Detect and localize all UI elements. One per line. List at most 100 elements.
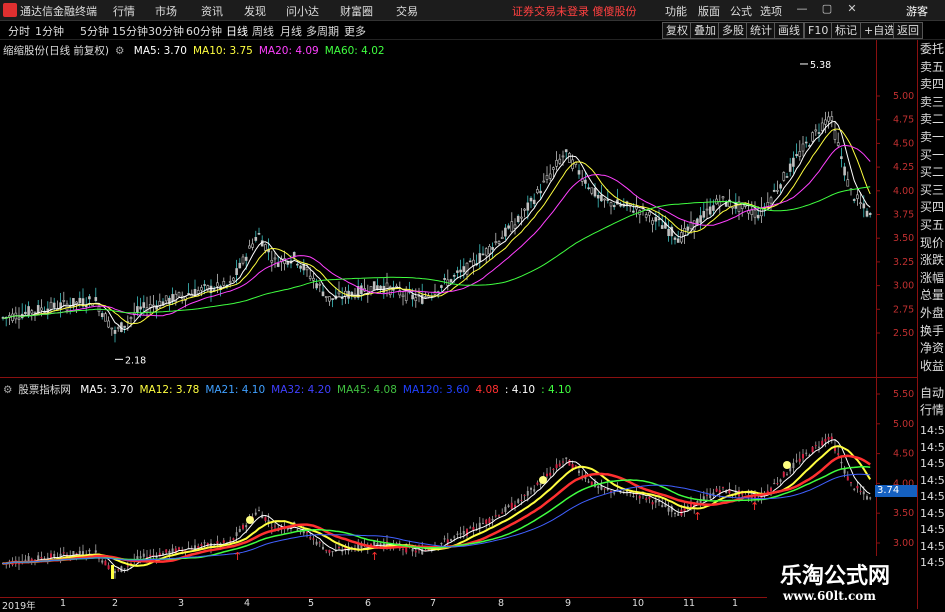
quote-panel-item[interactable]: 外盘 bbox=[920, 306, 945, 321]
candle-body bbox=[491, 247, 494, 250]
close-icon[interactable]: ✕ bbox=[845, 2, 859, 16]
quote-panel-item[interactable]: 买一 bbox=[920, 148, 945, 163]
sub-candle-body bbox=[558, 463, 561, 467]
menu-ask[interactable]: 问小达 bbox=[286, 3, 319, 19]
candle-body bbox=[523, 208, 526, 211]
quote-panel-item[interactable]: 净资 bbox=[920, 341, 945, 356]
tab-weekly[interactable]: 周线 bbox=[252, 23, 274, 39]
menu-discover[interactable]: 发现 bbox=[244, 3, 266, 19]
back-button[interactable]: 返回 bbox=[893, 22, 923, 39]
time-label: 14:50 bbox=[920, 523, 945, 536]
buy-signal-icon: ↑ bbox=[750, 500, 759, 513]
tab-30min[interactable]: 30分钟 bbox=[148, 23, 184, 39]
quote-panel-item[interactable]: 买四 bbox=[920, 200, 945, 215]
mark-button[interactable]: 标记 bbox=[831, 22, 861, 39]
menu-market[interactable]: 市场 bbox=[155, 3, 177, 19]
guest-label[interactable]: 游客 bbox=[906, 3, 928, 19]
tab-daily[interactable]: 日线 bbox=[226, 23, 248, 39]
current-price-tag: 3.74 bbox=[875, 485, 917, 497]
chart-area[interactable]: 5.00 4.75 4.50 4.25 4.00 3.75 3.50 3.25 3.00 2.75… bbox=[0, 40, 917, 600]
sub-candle-body bbox=[440, 542, 443, 545]
minimize-icon[interactable]: — bbox=[795, 2, 809, 16]
login-notice[interactable]: 证券交易未登录 傻傻股份 bbox=[512, 3, 637, 19]
candle-body bbox=[555, 160, 558, 167]
draw-button[interactable]: 画线 bbox=[774, 22, 804, 39]
quote-panel-item[interactable]: 行情 bbox=[920, 403, 945, 418]
f10-button[interactable]: F10 bbox=[804, 22, 833, 39]
tab-more[interactable]: 更多 bbox=[344, 23, 366, 39]
sub-candle-body bbox=[818, 446, 820, 448]
tab-multi-period[interactable]: 多周期 bbox=[306, 23, 339, 39]
quote-panel-item[interactable]: 涨跌 bbox=[920, 253, 945, 268]
quote-panel-item[interactable]: 卖二 bbox=[920, 112, 945, 127]
tab-intraday[interactable]: 分时 bbox=[8, 23, 30, 39]
candle-body bbox=[328, 296, 331, 302]
candle-body bbox=[372, 281, 376, 290]
quote-panel-item[interactable]: 收益 bbox=[920, 359, 945, 374]
sub-candle-body bbox=[443, 538, 446, 540]
sub-candle-body bbox=[24, 559, 27, 561]
tab-1min[interactable]: 1分钟 bbox=[35, 23, 64, 39]
sub-candle-body bbox=[322, 546, 324, 550]
quote-panel-item[interactable]: 卖五 bbox=[920, 60, 945, 75]
tab-60min[interactable]: 60分钟 bbox=[186, 23, 222, 39]
quote-panel-item[interactable]: 买二 bbox=[920, 165, 945, 180]
quote-panel-item[interactable]: 卖四 bbox=[920, 77, 945, 92]
maximize-icon[interactable]: ▢ bbox=[820, 2, 834, 16]
quote-panel-item[interactable]: 总量 bbox=[920, 288, 945, 303]
candle-body bbox=[536, 189, 539, 194]
pane-divider[interactable] bbox=[0, 377, 917, 378]
date-axis-label: 8 bbox=[498, 598, 505, 609]
menu-trade[interactable]: 交易 bbox=[396, 3, 418, 19]
menu-quotes[interactable]: 行情 bbox=[113, 3, 135, 19]
candle-body bbox=[129, 317, 133, 320]
sub-candle-body bbox=[222, 540, 225, 543]
candle-body bbox=[177, 292, 181, 297]
quote-panel-item[interactable]: 买五 bbox=[920, 218, 945, 233]
quote-panel-item[interactable]: 委托 bbox=[920, 42, 945, 57]
candle-body bbox=[456, 270, 459, 273]
tab-monthly[interactable]: 月线 bbox=[280, 23, 302, 39]
candle-body bbox=[516, 215, 520, 223]
sub-candle-body bbox=[536, 482, 539, 485]
buy-signal-icon: ↑ bbox=[693, 510, 702, 523]
settings-icon[interactable]: ⚙ bbox=[115, 45, 124, 57]
menu-options[interactable]: 选项 bbox=[760, 3, 782, 19]
candle-body bbox=[587, 187, 590, 190]
settings-icon-sub[interactable]: ⚙ bbox=[3, 384, 12, 396]
candle-body bbox=[558, 158, 562, 164]
candle-body bbox=[500, 236, 504, 240]
sub-candle-body bbox=[30, 558, 33, 561]
sub-candle-body bbox=[654, 500, 657, 503]
adjust-button[interactable]: 复权 bbox=[662, 22, 692, 39]
candle-body bbox=[100, 313, 104, 318]
candle-body bbox=[520, 216, 523, 219]
candle-body bbox=[318, 283, 322, 286]
sub-candle-body bbox=[645, 498, 648, 501]
quote-panel-item[interactable]: 卖一 bbox=[920, 130, 945, 145]
quote-panel-item[interactable]: 涨幅 bbox=[920, 271, 945, 286]
menu-layout[interactable]: 版面 bbox=[698, 3, 720, 19]
sub-candle-body bbox=[232, 538, 235, 540]
menu-news[interactable]: 资讯 bbox=[201, 3, 223, 19]
candle-body bbox=[305, 267, 309, 271]
sub-candle-body bbox=[216, 541, 219, 544]
menu-function[interactable]: 功能 bbox=[665, 3, 687, 19]
main-legend-item: MA10: 3.75 bbox=[192, 45, 253, 57]
sub-candle-body bbox=[674, 512, 676, 515]
candle-body bbox=[401, 294, 405, 297]
tab-5min[interactable]: 5分钟 bbox=[80, 23, 109, 39]
tab-15min[interactable]: 15分钟 bbox=[112, 23, 148, 39]
quote-panel-item[interactable]: 换手 bbox=[920, 324, 945, 339]
quote-panel-item[interactable]: 买三 bbox=[920, 183, 945, 198]
quote-panel-item[interactable]: 现价 bbox=[920, 236, 945, 251]
candle-body bbox=[507, 225, 510, 229]
menu-formula[interactable]: 公式 bbox=[730, 3, 752, 19]
kline-chart[interactable]: 5.00 4.75 4.50 4.25 4.00 3.75 3.50 3.25 3.00 2.75… bbox=[0, 40, 917, 600]
stats-button[interactable]: 统计 bbox=[746, 22, 776, 39]
quote-panel-item[interactable]: 自动 bbox=[920, 386, 945, 401]
overlay-button[interactable]: 叠加 bbox=[690, 22, 720, 39]
multi-stock-button[interactable]: 多股 bbox=[718, 22, 748, 39]
menu-wealth[interactable]: 财富圈 bbox=[340, 3, 373, 19]
quote-panel-item[interactable]: 卖三 bbox=[920, 95, 945, 110]
